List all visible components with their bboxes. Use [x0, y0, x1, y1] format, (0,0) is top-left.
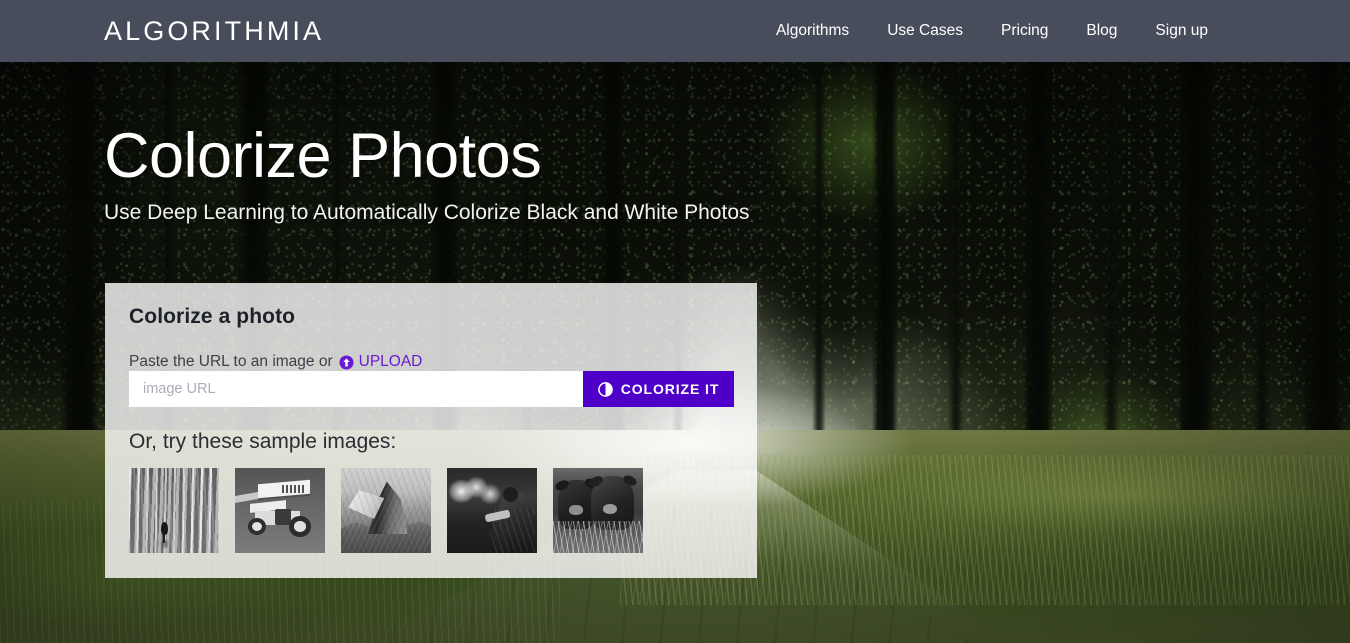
main-navigation: Algorithms Use Cases Pricing Blog Sign u… — [776, 0, 1208, 62]
sample-image-thumbnail-2[interactable] — [235, 468, 325, 553]
url-input-label-text: Paste the URL to an image or — [129, 353, 333, 371]
hero-text-block: Colorize Photos Use Deep Learning to Aut… — [104, 118, 804, 226]
colorize-card: Colorize a photo Paste the URL to an ima… — [105, 283, 757, 578]
nav-link-use-cases[interactable]: Use Cases — [887, 22, 963, 40]
url-input-label: Paste the URL to an image or UPLOAD — [129, 353, 422, 371]
page-root: ALGORITHMIA Algorithms Use Cases Pricing… — [0, 0, 1350, 643]
sample-image-thumbnail-3[interactable] — [341, 468, 431, 553]
url-input-row: COLORIZE IT — [129, 371, 734, 407]
sample-images-heading: Or, try these sample images: — [129, 430, 396, 454]
nav-link-pricing[interactable]: Pricing — [1001, 22, 1048, 40]
card-title: Colorize a photo — [129, 305, 295, 329]
nav-link-sign-up[interactable]: Sign up — [1155, 22, 1208, 40]
contrast-half-circle-icon — [598, 382, 613, 397]
upload-link-label: UPLOAD — [359, 353, 423, 371]
algorithmia-logo-text: ALGORITHMIA — [104, 16, 324, 46]
site-header: ALGORITHMIA Algorithms Use Cases Pricing… — [0, 0, 1350, 62]
colorize-it-button[interactable]: COLORIZE IT — [583, 371, 734, 407]
page-subtitle: Use Deep Learning to Automatically Color… — [104, 200, 754, 226]
sample-image-thumbnail-1[interactable] — [129, 468, 219, 553]
colorize-it-button-label: COLORIZE IT — [621, 381, 720, 397]
image-url-input[interactable] — [129, 371, 583, 407]
upload-circle-icon — [339, 355, 354, 370]
page-title: Colorize Photos — [104, 118, 804, 194]
algorithmia-logo[interactable]: ALGORITHMIA — [104, 17, 324, 45]
upload-link[interactable]: UPLOAD — [339, 353, 423, 371]
sample-image-thumbnail-5[interactable] — [553, 468, 643, 553]
nav-link-blog[interactable]: Blog — [1086, 22, 1117, 40]
sample-image-thumbnail-4[interactable] — [447, 468, 537, 553]
nav-link-algorithms[interactable]: Algorithms — [776, 22, 849, 40]
sample-images-row — [129, 468, 643, 553]
